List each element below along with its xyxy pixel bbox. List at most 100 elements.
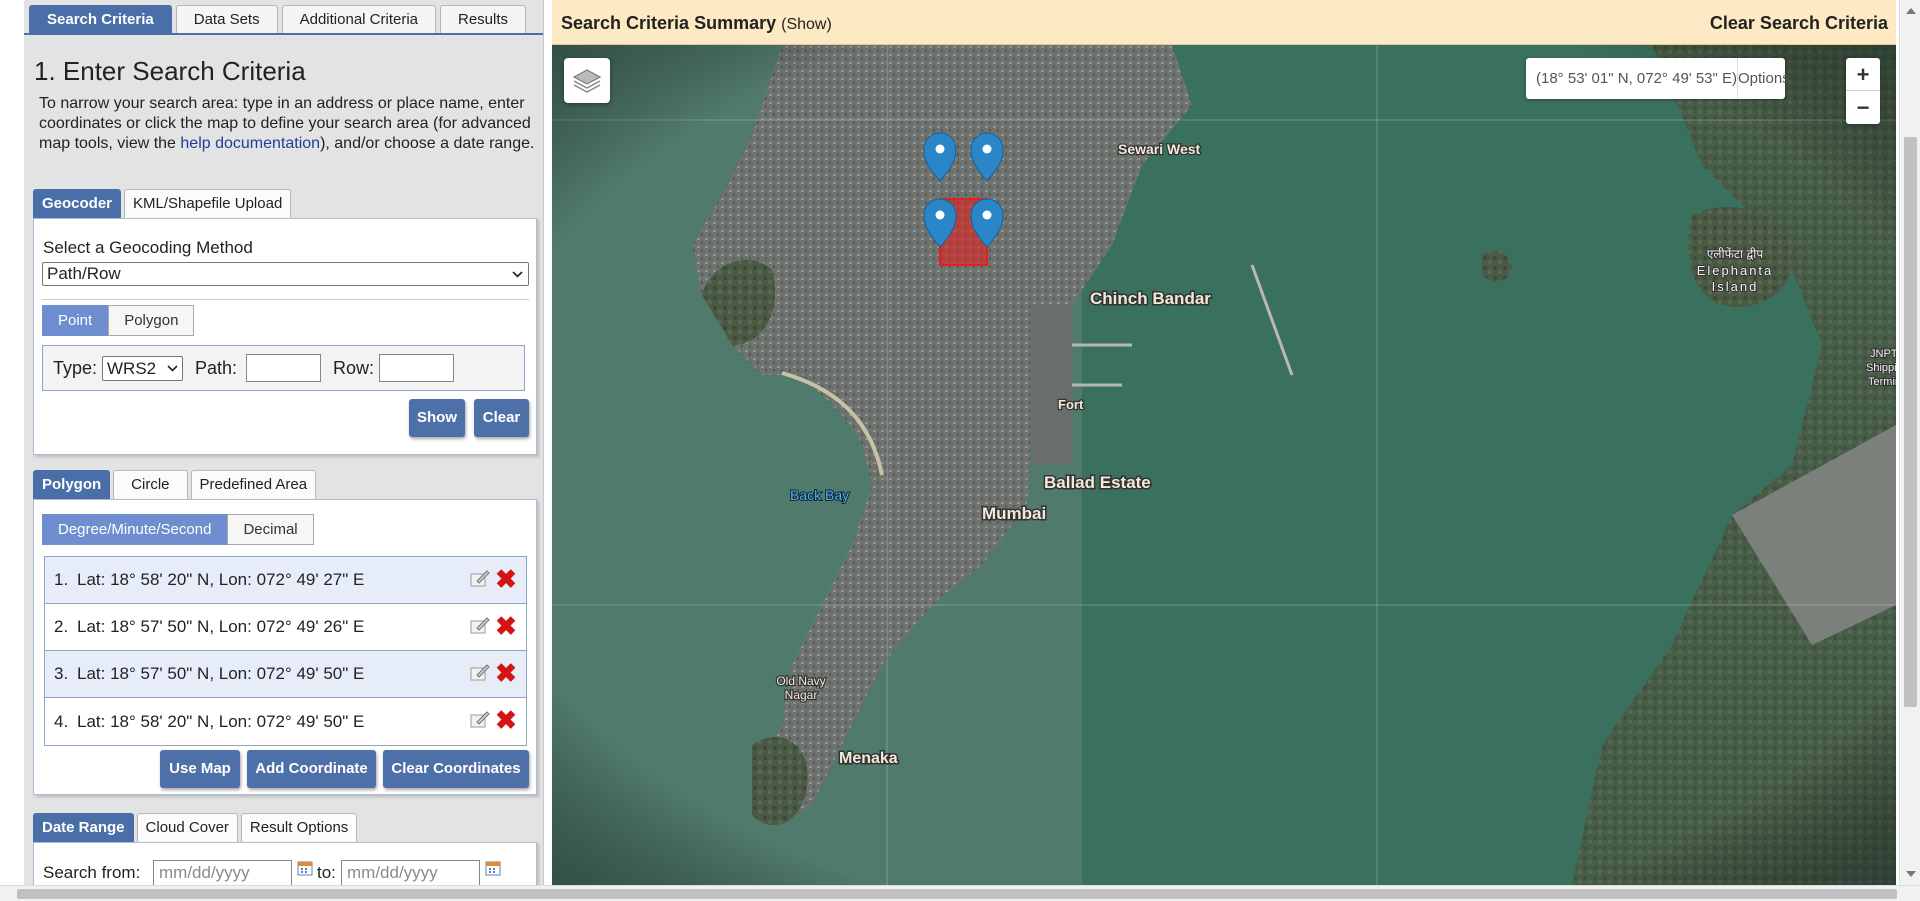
use-map-button[interactable]: Use Map: [160, 750, 240, 788]
map-area: Search Criteria Summary (Show) Clear Sea…: [552, 0, 1896, 885]
coordinate-number: 4.: [54, 711, 69, 731]
tab-additional-criteria[interactable]: Additional Criteria: [281, 5, 436, 34]
path-input[interactable]: [246, 354, 321, 382]
path-row-form: Type: WRS2 Path: Row:: [42, 345, 525, 391]
coordinate-text: Lat: 18° 57' 50" N, Lon: 072° 49' 50" E: [77, 664, 365, 683]
add-coordinate-button[interactable]: Add Coordinate: [247, 750, 376, 788]
delete-icon[interactable]: ✖: [495, 566, 517, 592]
edit-icon[interactable]: [469, 569, 490, 589]
coordinate-row: 2. Lat: 18° 57' 50" N, Lon: 072° 49' 26"…: [45, 604, 526, 651]
search-panel: Search Criteria Data Sets Additional Cri…: [24, 0, 544, 885]
calendar-icon[interactable]: [485, 860, 501, 876]
tab-polygon[interactable]: Polygon: [33, 470, 111, 499]
geocoder-tabs: Geocoder KML/Shapefile Upload: [33, 189, 292, 218]
tab-circle[interactable]: Circle: [113, 470, 188, 499]
row-input[interactable]: [379, 354, 454, 382]
search-from-label: Search from:: [43, 863, 141, 882]
divider: [42, 299, 529, 300]
label-ballad-estate: Ballad Estate: [1044, 473, 1151, 492]
to-label: to:: [317, 863, 336, 882]
calendar-icon[interactable]: [297, 860, 313, 876]
label-shipping: Shipping: [1866, 362, 1896, 374]
label-terminal: Terminal: [1868, 376, 1896, 388]
show-button[interactable]: Show: [409, 399, 465, 437]
clear-search-criteria-link[interactable]: Clear Search Criteria: [1710, 13, 1888, 34]
date-range-panel: Search from: to:: [33, 842, 537, 885]
tab-geocoder[interactable]: Geocoder: [33, 189, 122, 218]
delete-icon[interactable]: ✖: [495, 707, 517, 733]
tab-underline: [24, 33, 543, 35]
label-mumbai: Mumbai: [982, 504, 1046, 523]
geocoding-method-select[interactable]: Path/Row: [42, 262, 529, 286]
geocoding-method-value: Path/Row: [47, 264, 121, 283]
label-sewari-west: Sewari West: [1118, 141, 1201, 157]
date-to-input[interactable]: [341, 860, 480, 885]
label-old-navy: Old Navy: [776, 674, 825, 688]
map-vignette: [552, 45, 1896, 885]
dms-toggle[interactable]: Degree/Minute/Second: [42, 514, 228, 545]
coordinate-number: 1.: [54, 570, 69, 589]
label-island: Island: [1712, 279, 1759, 294]
summary-title: Search Criteria Summary (Show): [561, 13, 832, 34]
tab-date-range[interactable]: Date Range: [33, 813, 134, 842]
edit-icon[interactable]: [469, 710, 490, 730]
horizontal-scrollbar[interactable]: [0, 885, 1920, 901]
page-title: 1. Enter Search Criteria: [34, 56, 306, 86]
decimal-toggle[interactable]: Decimal: [227, 514, 314, 545]
cursor-coordinates-box: (18° 53' 01" N, 072° 49' 53" E) Options: [1526, 58, 1790, 99]
geocoder-panel: Select a Geocoding Method Path/Row Point…: [33, 218, 537, 455]
area-tabs: Polygon Circle Predefined Area: [33, 470, 317, 499]
intro-text: To narrow your search area: type in an a…: [39, 94, 537, 154]
label-back-bay: Back Bay: [790, 487, 849, 503]
coordinate-number: 3.: [54, 664, 69, 683]
edit-icon[interactable]: [469, 663, 490, 683]
scroll-down-arrow[interactable]: [1906, 871, 1916, 877]
delete-icon[interactable]: ✖: [495, 613, 517, 639]
options-button[interactable]: Options: [1737, 58, 1790, 99]
delete-icon[interactable]: ✖: [495, 660, 517, 686]
label-elephanta: Elephanta: [1697, 263, 1774, 278]
scroll-up-arrow[interactable]: [1906, 8, 1916, 14]
scrollbar-thumb[interactable]: [1904, 137, 1917, 707]
row-label: Row:: [333, 358, 375, 378]
scrollbar-thumb[interactable]: [17, 889, 1897, 899]
wrs-type-select[interactable]: WRS2: [102, 356, 183, 381]
tab-search-criteria[interactable]: Search Criteria: [29, 5, 172, 34]
tab-data-sets[interactable]: Data Sets: [175, 5, 278, 34]
tab-result-options[interactable]: Result Options: [240, 813, 358, 842]
zoom-out-button[interactable]: −: [1846, 91, 1880, 124]
search-criteria-summary-bar: Search Criteria Summary (Show) Clear Sea…: [552, 0, 1896, 45]
date-from-input[interactable]: [153, 860, 292, 885]
polygon-toggle[interactable]: Polygon: [108, 305, 195, 336]
coordinate-format-toggle: Degree/Minute/Second Decimal: [42, 514, 314, 545]
wrs-type-value: WRS2: [107, 359, 157, 378]
label-elephanta-hindi: एलीफेंटा द्वीप: [1707, 247, 1764, 261]
coordinate-row: 1. Lat: 18° 58' 20" N, Lon: 072° 49' 27"…: [45, 557, 526, 604]
zoom-control: + −: [1846, 58, 1880, 124]
clear-coordinates-button[interactable]: Clear Coordinates: [383, 750, 529, 788]
chevron-down-icon: [512, 271, 523, 278]
coordinate-list: 1. Lat: 18° 58' 20" N, Lon: 072° 49' 27"…: [44, 556, 527, 746]
help-documentation-link[interactable]: help documentation: [180, 135, 320, 152]
tab-cloud-cover[interactable]: Cloud Cover: [136, 813, 238, 842]
layers-icon: [572, 69, 602, 93]
edit-icon[interactable]: [469, 616, 490, 636]
coordinate-row: 3. Lat: 18° 57' 50" N, Lon: 072° 49' 50"…: [45, 651, 526, 698]
tab-results[interactable]: Results: [440, 5, 527, 34]
label-menaka: Menaka: [839, 750, 898, 767]
satellite-map[interactable]: Sewari West Chinch Bandar एलीफेंटा द्वीप…: [552, 45, 1896, 885]
chevron-down-icon: [167, 365, 178, 372]
layers-button[interactable]: [564, 58, 610, 103]
path-label: Path:: [195, 358, 238, 378]
point-toggle[interactable]: Point: [42, 305, 109, 336]
geocode-shape-toggle: Point Polygon: [42, 305, 195, 336]
tab-kml-upload[interactable]: KML/Shapefile Upload: [124, 189, 292, 218]
summary-title-text: Search Criteria Summary: [561, 13, 777, 33]
tab-predefined-area[interactable]: Predefined Area: [190, 470, 317, 499]
label-nagar: Nagar: [785, 688, 818, 702]
cursor-coordinates: (18° 53' 01" N, 072° 49' 53" E): [1536, 70, 1737, 87]
summary-show-link[interactable]: (Show): [781, 16, 832, 33]
vertical-scrollbar[interactable]: [1899, 0, 1920, 885]
zoom-in-button[interactable]: +: [1846, 58, 1880, 91]
clear-button[interactable]: Clear: [474, 399, 529, 437]
